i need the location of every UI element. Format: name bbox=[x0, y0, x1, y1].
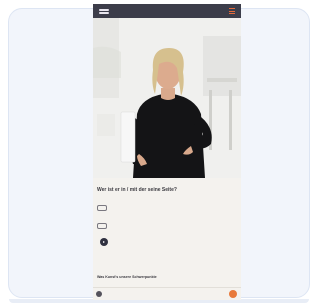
cookie-settings-icon[interactable] bbox=[96, 291, 102, 297]
video-row bbox=[97, 238, 237, 246]
mobile-website-preview[interactable]: Wer ist er in / mit der seine Seite? Was… bbox=[93, 4, 241, 300]
bottom-bar bbox=[93, 287, 241, 300]
hero-photo-woman bbox=[93, 18, 241, 178]
brand-logo-icon[interactable] bbox=[99, 8, 109, 14]
top-navigation-bar bbox=[93, 4, 241, 18]
article-heading: Wer ist er in / mit der seine Seite? bbox=[97, 187, 177, 193]
details-button[interactable] bbox=[97, 223, 107, 229]
article-kicker bbox=[97, 180, 237, 186]
more-button[interactable] bbox=[97, 205, 107, 211]
chat-bubble-icon[interactable] bbox=[229, 290, 237, 298]
hero-image bbox=[93, 18, 241, 178]
services-heading: Was Kunst's unsere Schwerpunkte bbox=[97, 275, 157, 279]
services-section: Was Kunst's unsere Schwerpunkte bbox=[97, 268, 237, 280]
hamburger-menu-icon[interactable] bbox=[229, 8, 235, 14]
article-section: Wer ist er in / mit der seine Seite? bbox=[97, 180, 237, 246]
services-kicker bbox=[97, 268, 237, 274]
play-icon[interactable] bbox=[100, 238, 108, 246]
